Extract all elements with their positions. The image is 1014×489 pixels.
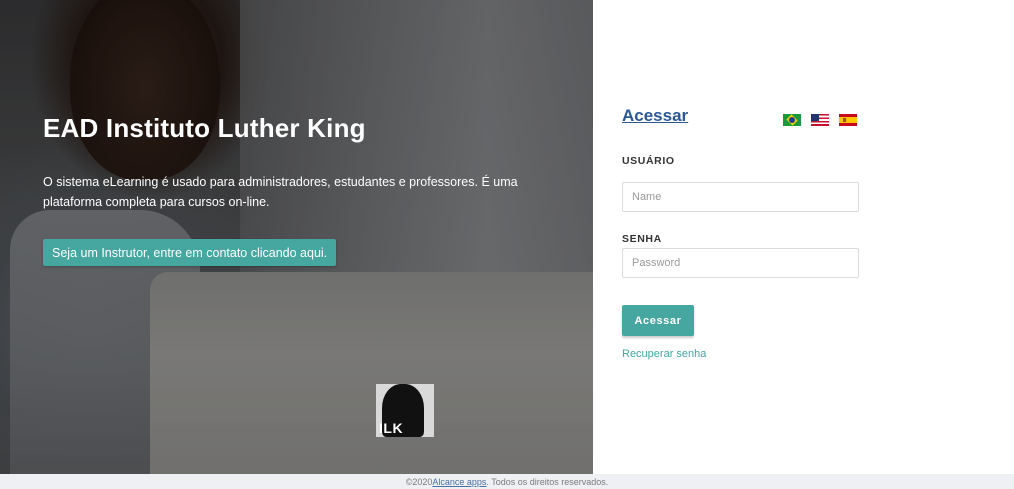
ilk-logo: ILK [376,384,434,437]
footer: ©2020 Alcance apps . Todos os direitos r… [0,474,1014,489]
footer-company-link[interactable]: Alcance apps [432,477,486,487]
usa-flag-icon[interactable] [811,114,829,126]
login-submit-button[interactable]: Acessar [622,305,694,336]
hero-overlay [0,0,593,474]
become-instructor-button[interactable]: Seja um Instrutor, entre em contato clic… [43,239,337,266]
username-label: USUÁRIO [622,155,675,167]
password-input[interactable] [622,248,859,278]
language-selector [783,114,857,126]
logo-text: ILK [379,420,404,436]
username-input[interactable] [622,182,859,212]
brazil-flag-icon[interactable] [783,114,801,126]
footer-rights: . Todos os direitos reservados. [486,476,609,487]
footer-copyright: ©2020 [405,476,433,487]
login-title-link[interactable]: Acessar [622,106,688,126]
hero-title: EAD Instituto Luther King [43,113,366,143]
hero-description: O sistema eLearning é usado para adminis… [43,175,518,209]
hero-panel: EAD Instituto Luther King O sistema eLea… [0,0,593,474]
password-label: SENHA [622,233,662,245]
recover-password-link[interactable]: Recuperar senha [622,348,706,360]
spain-flag-icon[interactable] [839,114,857,126]
